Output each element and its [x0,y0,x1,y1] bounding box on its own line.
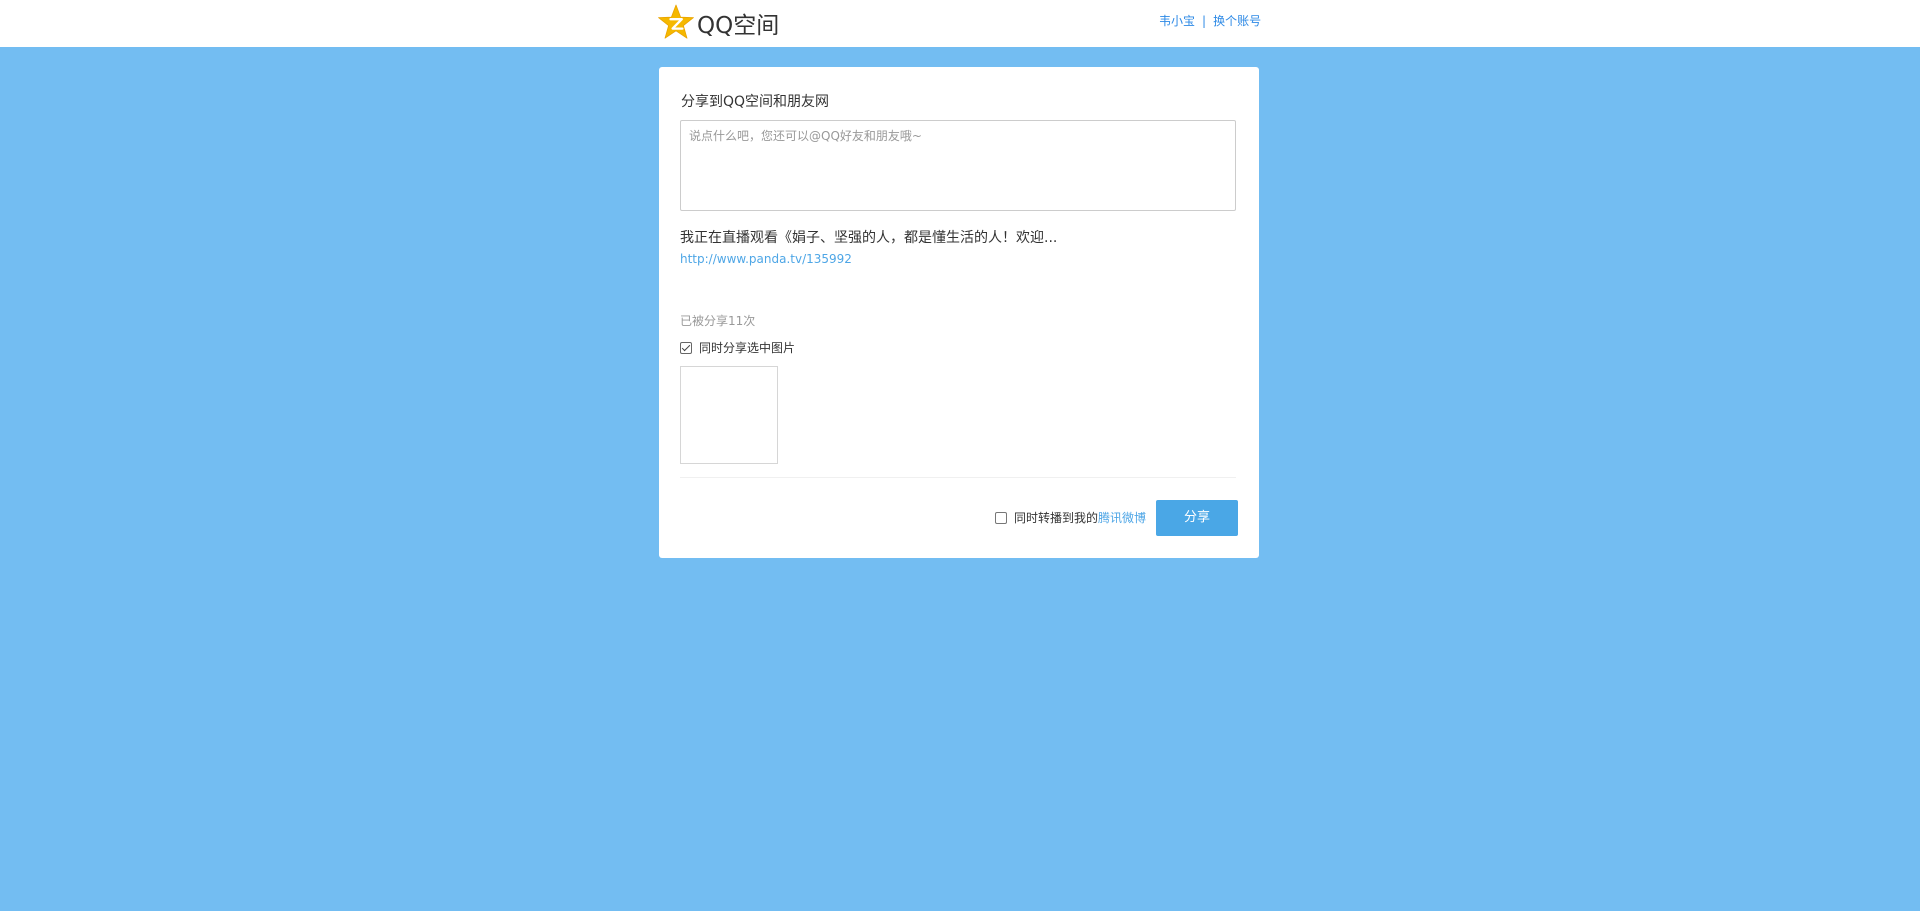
account-separator: | [1202,14,1207,28]
comment-box [680,120,1236,211]
qzone-star-icon [658,4,694,39]
comment-input[interactable] [681,121,1235,210]
share-image-label: 同时分享选中图片 [699,341,796,355]
panel-title: 分享到QQ空间和朋友网 [681,94,830,110]
account-links: 韦小宝 | 换个账号 [1159,13,1261,29]
weibo-repost-checkbox[interactable] [995,512,1007,524]
switch-account-link[interactable]: 换个账号 [1213,14,1261,28]
weibo-repost-prefix: 同时转播到我的 [1014,511,1099,525]
user-name-link[interactable]: 韦小宝 [1159,14,1195,28]
tencent-weibo-link[interactable]: 腾讯微博 [1098,511,1146,525]
share-image-option[interactable]: 同时分享选中图片 [680,340,795,356]
share-panel: 分享到QQ空间和朋友网 我正在直播观看《娟子、坚强的人，都是懂生活的人！欢迎..… [659,67,1259,558]
share-button[interactable]: 分享 [1156,500,1238,536]
share-image-checkbox[interactable] [680,342,692,354]
qzone-logo[interactable]: QQ空间 [657,4,779,42]
logo-text: QQ空间 [697,13,780,39]
image-thumbnail[interactable] [680,366,778,464]
share-content-url[interactable]: http://www.panda.tv/135992 [680,251,852,267]
top-bar: QQ空间 韦小宝 | 换个账号 [0,0,1920,47]
divider [680,477,1236,478]
share-count: 已被分享11次 [680,314,756,328]
weibo-repost-option[interactable]: 同时转播到我的腾讯微博 [995,510,1146,526]
share-content-title: 我正在直播观看《娟子、坚强的人，都是懂生活的人！欢迎... [680,230,1058,246]
weibo-repost-label: 同时转播到我的腾讯微博 [1014,510,1146,526]
